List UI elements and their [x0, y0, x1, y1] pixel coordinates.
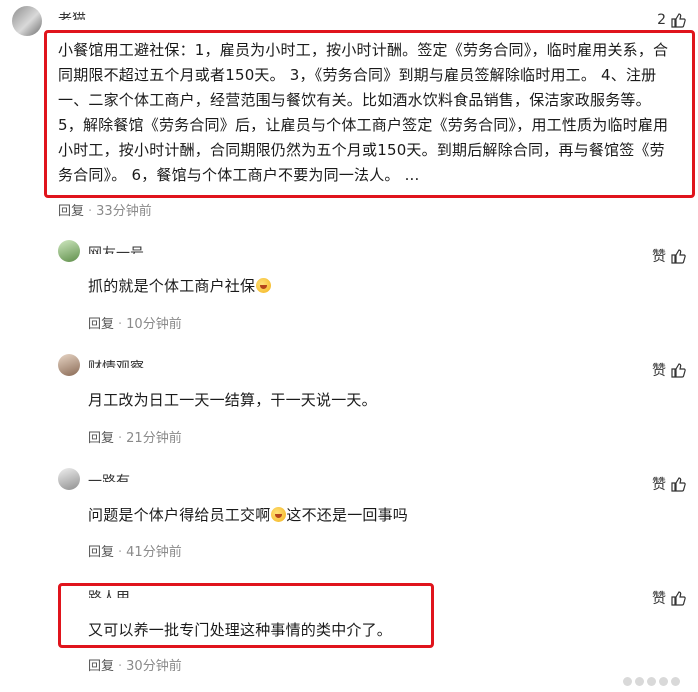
laughing-face-icon: [271, 507, 287, 522]
laughing-face-icon: [256, 278, 272, 293]
thumbs-up-icon: [671, 477, 686, 492]
thumbs-up-icon: [671, 249, 686, 264]
reply-button[interactable]: 回复: [88, 317, 114, 332]
watermark: [623, 677, 680, 686]
like-button[interactable]: 2: [657, 12, 686, 28]
thumbs-up-icon: [671, 363, 686, 378]
like-count: 2: [657, 12, 666, 28]
like-label: 赞: [652, 591, 666, 607]
comment-meta: 回复 · 21分钟前: [88, 427, 182, 446]
avatar[interactable]: [58, 354, 80, 376]
comment-meta: 回复 · 10分钟前: [88, 313, 182, 332]
reply-button[interactable]: 回复: [88, 659, 114, 674]
timestamp: 30分钟前: [126, 659, 182, 674]
timestamp: 33分钟前: [96, 204, 152, 219]
comment-text-continued: 这不还是一回事吗: [286, 506, 409, 524]
comment-meta: 回复 · 30分钟前: [88, 655, 182, 674]
separator-dot: ·: [118, 317, 123, 332]
reply-button[interactable]: 回复: [88, 545, 114, 560]
thumbs-up-icon: [671, 591, 686, 606]
avatar[interactable]: [58, 468, 80, 490]
comment-meta: 回复 · 33分钟前: [58, 200, 152, 219]
comment-text: 抓的就是个体工商户社保: [88, 274, 272, 299]
avatar[interactable]: [12, 6, 42, 36]
timestamp: 10分钟前: [126, 317, 182, 332]
timestamp: 21分钟前: [126, 431, 182, 446]
comment-text: 小餐馆用工避社保：1，雇员为小时工，按小时计酬。签定《劳务合同》，临时雇用关系，…: [58, 41, 669, 184]
like-label: 赞: [652, 363, 666, 379]
like-button[interactable]: 赞: [652, 246, 686, 266]
username[interactable]: 路人甲: [88, 588, 130, 598]
comment-text: 问题是个体户得给员工交啊 这不还是一回事吗: [88, 503, 408, 528]
username[interactable]: 网友一号: [88, 244, 144, 254]
like-button[interactable]: 赞: [652, 360, 686, 380]
thumbs-up-icon: [671, 13, 686, 28]
like-label: 赞: [652, 477, 666, 493]
username[interactable]: 财情观察: [88, 358, 144, 368]
like-button[interactable]: 赞: [652, 588, 686, 608]
like-button[interactable]: 赞: [652, 474, 686, 494]
separator-dot: ·: [118, 545, 123, 560]
comment-text-content: 抓的就是个体工商户社保: [88, 277, 256, 295]
separator-dot: ·: [118, 431, 123, 446]
comment-meta: 回复 · 41分钟前: [88, 541, 182, 560]
separator-dot: ·: [118, 659, 123, 674]
username[interactable]: 老猫: [58, 10, 86, 20]
reply-button[interactable]: 回复: [88, 431, 114, 446]
username[interactable]: 一路有: [88, 472, 130, 482]
comment-text: 月工改为日工一天一结算，干一天说一天。: [88, 391, 377, 409]
reply-button[interactable]: 回复: [58, 204, 84, 219]
like-label: 赞: [652, 249, 666, 265]
comment-text-content: 问题是个体户得给员工交啊: [88, 506, 271, 524]
timestamp: 41分钟前: [126, 545, 182, 560]
separator-dot: ·: [88, 204, 93, 219]
avatar[interactable]: [58, 240, 80, 262]
comment-text: 又可以养一批专门处理这种事情的类中介了。: [88, 621, 393, 639]
